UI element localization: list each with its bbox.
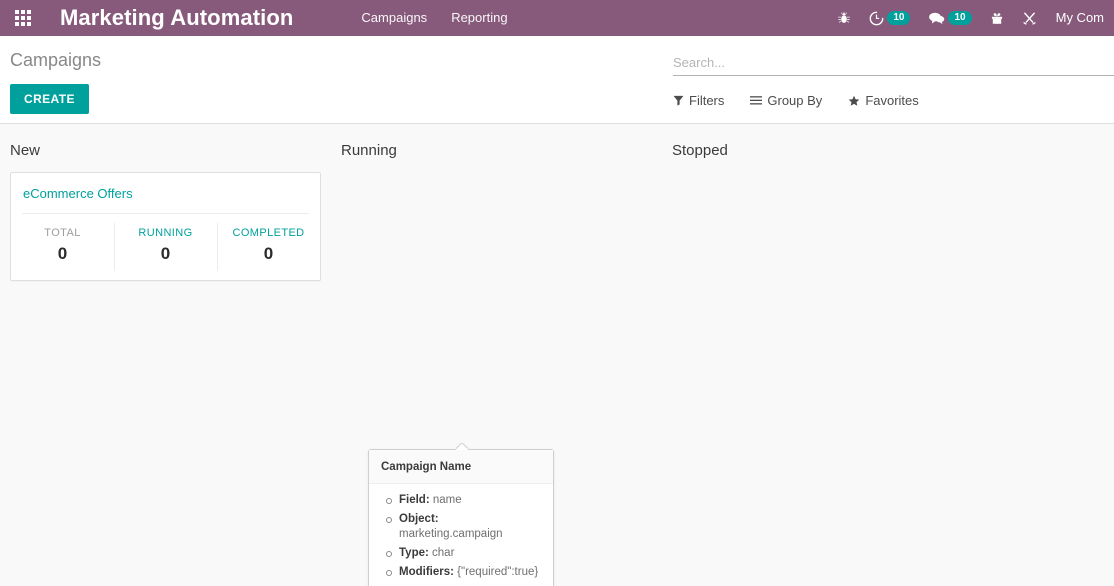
stat-total-value: 0 bbox=[11, 242, 114, 266]
gift-icon[interactable] bbox=[981, 0, 1013, 36]
search-input[interactable] bbox=[673, 55, 1114, 70]
control-panel-right: Filters Group By Favor bbox=[673, 36, 1114, 108]
messages-icon[interactable]: 10 bbox=[919, 0, 980, 36]
tooltip-list: Field: name Object: marketing.campaign T… bbox=[377, 491, 545, 582]
favorites-label: Favorites bbox=[865, 93, 918, 108]
stat-completed-label: COMPLETED bbox=[217, 226, 320, 240]
kanban-column-stopped: Stopped bbox=[662, 124, 993, 586]
card-stats: TOTAL 0 RUNNING 0 COMPLETED 0 bbox=[11, 214, 320, 280]
tooltip-object-value: marketing.campaign bbox=[399, 528, 503, 540]
tooltip-body: Field: name Object: marketing.campaign T… bbox=[369, 484, 553, 586]
filters-label: Filters bbox=[689, 93, 724, 108]
group-by-dropdown-button[interactable]: Group By bbox=[750, 93, 822, 108]
menu-item-campaigns[interactable]: Campaigns bbox=[349, 0, 439, 36]
tooltip-field-key: Field: bbox=[399, 494, 430, 506]
stat-running: RUNNING 0 bbox=[114, 226, 217, 266]
top-navbar: Marketing Automation Campaigns Reporting bbox=[0, 0, 1114, 36]
apps-menu-toggle[interactable] bbox=[0, 0, 46, 36]
kanban-column-title: New bbox=[10, 124, 321, 172]
tooltip-object-key: Object: bbox=[399, 513, 439, 525]
list-lines-icon bbox=[750, 95, 762, 106]
tooltip-type-value: char bbox=[432, 547, 454, 559]
navbar-right-tools: 10 10 bbox=[828, 0, 1114, 36]
kanban-card-ecommerce-offers[interactable]: eCommerce Offers TOTAL 0 RUNNING 0 COMPL… bbox=[10, 172, 321, 281]
tooltip-arrow bbox=[456, 443, 468, 450]
kanban-column-new: New eCommerce Offers TOTAL 0 RUNNING 0 bbox=[0, 124, 331, 586]
tooltip-row-modifiers: Modifiers: {"required":true} bbox=[377, 563, 545, 582]
bug-icon[interactable] bbox=[828, 0, 860, 36]
tools-icon[interactable] bbox=[1013, 0, 1046, 36]
control-panel-left: Campaigns CREATE bbox=[10, 36, 101, 114]
messages-count-badge: 10 bbox=[948, 11, 971, 25]
group-by-label: Group By bbox=[767, 93, 822, 108]
stat-running-value: 0 bbox=[114, 242, 217, 266]
tooltip-row-field: Field: name bbox=[377, 491, 545, 510]
control-panel: Campaigns CREATE Filters bbox=[0, 36, 1114, 124]
favorites-dropdown-button[interactable]: Favorites bbox=[848, 93, 918, 108]
kanban-column-title: Stopped bbox=[672, 124, 983, 172]
tooltip-modifiers-key: Modifiers: bbox=[399, 566, 454, 578]
stat-total: TOTAL 0 bbox=[11, 226, 114, 266]
funnel-icon bbox=[673, 95, 684, 106]
breadcrumb: Campaigns bbox=[10, 36, 101, 70]
tooltip-type-key: Type: bbox=[399, 547, 429, 559]
stat-completed: COMPLETED 0 bbox=[217, 226, 320, 266]
card-title-link[interactable]: eCommerce Offers bbox=[23, 186, 133, 201]
filters-dropdown-button[interactable]: Filters bbox=[673, 93, 724, 108]
stat-completed-value: 0 bbox=[217, 242, 320, 266]
stat-running-label: RUNNING bbox=[114, 226, 217, 240]
tooltip-header: Campaign Name bbox=[369, 450, 553, 484]
kanban-columns: New eCommerce Offers TOTAL 0 RUNNING 0 bbox=[0, 124, 1114, 586]
activity-count-badge: 10 bbox=[887, 11, 910, 25]
kanban-view: New eCommerce Offers TOTAL 0 RUNNING 0 bbox=[0, 124, 1114, 586]
tooltip-row-type: Type: char bbox=[377, 544, 545, 563]
app-brand-title: Marketing Automation bbox=[46, 0, 303, 36]
field-info-tooltip: Campaign Name Field: name Object: market… bbox=[368, 449, 554, 586]
user-company-menu[interactable]: My Com bbox=[1046, 0, 1114, 36]
stat-total-label: TOTAL bbox=[11, 226, 114, 240]
star-icon bbox=[848, 95, 860, 107]
filter-bar: Filters Group By Favor bbox=[673, 93, 1114, 108]
navbar-menu: Campaigns Reporting bbox=[349, 0, 519, 36]
kanban-column-title: Running bbox=[341, 124, 652, 172]
apps-grid-icon bbox=[15, 10, 31, 26]
tooltip-modifiers-value: {"required":true} bbox=[457, 566, 538, 578]
activity-clock-icon[interactable]: 10 bbox=[860, 0, 919, 36]
menu-item-reporting[interactable]: Reporting bbox=[439, 0, 519, 36]
create-button[interactable]: CREATE bbox=[10, 84, 89, 114]
tooltip-field-value: name bbox=[433, 494, 462, 506]
card-title-row: eCommerce Offers bbox=[11, 173, 320, 213]
tooltip-row-object: Object: marketing.campaign bbox=[377, 510, 545, 544]
search-view[interactable] bbox=[673, 49, 1114, 76]
